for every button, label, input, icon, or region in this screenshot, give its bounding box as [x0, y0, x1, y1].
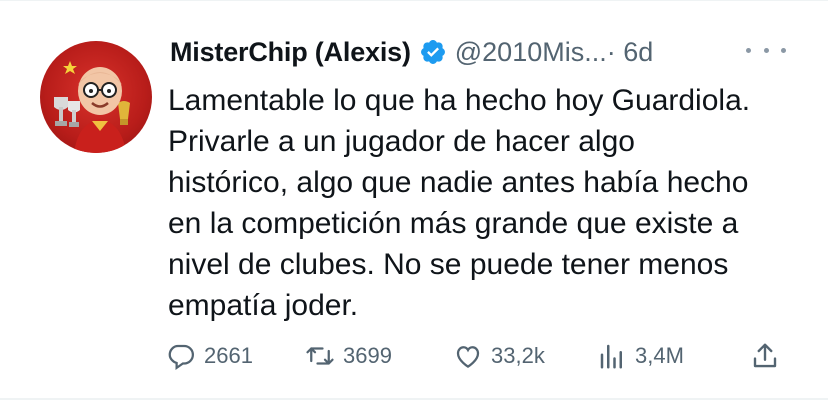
verified-badge-icon [419, 38, 447, 66]
timestamp[interactable]: · 6d [607, 37, 654, 68]
handle[interactable]: @2010Mis... [455, 37, 607, 68]
views-count: 3,4M [635, 343, 684, 368]
retweet-button[interactable]: 3699 [305, 336, 392, 376]
more-options-icon[interactable] [746, 38, 786, 62]
tweet-text-line: empatía joder. [168, 289, 359, 322]
share-icon [753, 343, 777, 368]
reply-button[interactable]: 2661 [166, 336, 253, 376]
display-name[interactable]: MisterChip (Alexis) [170, 37, 411, 68]
top-divider [0, 0, 828, 1]
avatar[interactable] [40, 41, 152, 153]
avatar-image [54, 61, 130, 153]
reply-count: 2661 [204, 343, 253, 368]
share-button[interactable] [750, 336, 780, 376]
like-count: 33,2k [491, 343, 545, 368]
action-bar: 2661 3699 33,2k 3,4M [0, 336, 828, 376]
tweet-header: MisterChip (Alexis) @2010Mis... · 6d [170, 34, 653, 70]
tweet-text-line: Privarle a un jugador de hacer algo [168, 125, 635, 158]
heart-icon [456, 346, 480, 368]
retweet-count: 3699 [343, 343, 392, 368]
tweet-text-line: histórico, algo que nadie antes había he… [168, 166, 749, 199]
tweet-text-line: nivel de clubes. No se puede tener menos [168, 248, 729, 281]
bottom-divider [0, 398, 828, 400]
tweet-text-line: Lamentable lo que ha hecho hoy Guardiola… [168, 84, 751, 117]
views-button[interactable]: 3,4M [597, 336, 684, 376]
views-chart-icon [600, 344, 622, 369]
like-button[interactable]: 33,2k [453, 336, 545, 376]
tweet-text-line: en la competición más grande que existe … [168, 207, 739, 240]
reply-icon [168, 344, 195, 371]
retweet-icon [306, 347, 334, 365]
tweet-text: Lamentable lo que ha hecho hoy Guardiola… [168, 80, 808, 326]
